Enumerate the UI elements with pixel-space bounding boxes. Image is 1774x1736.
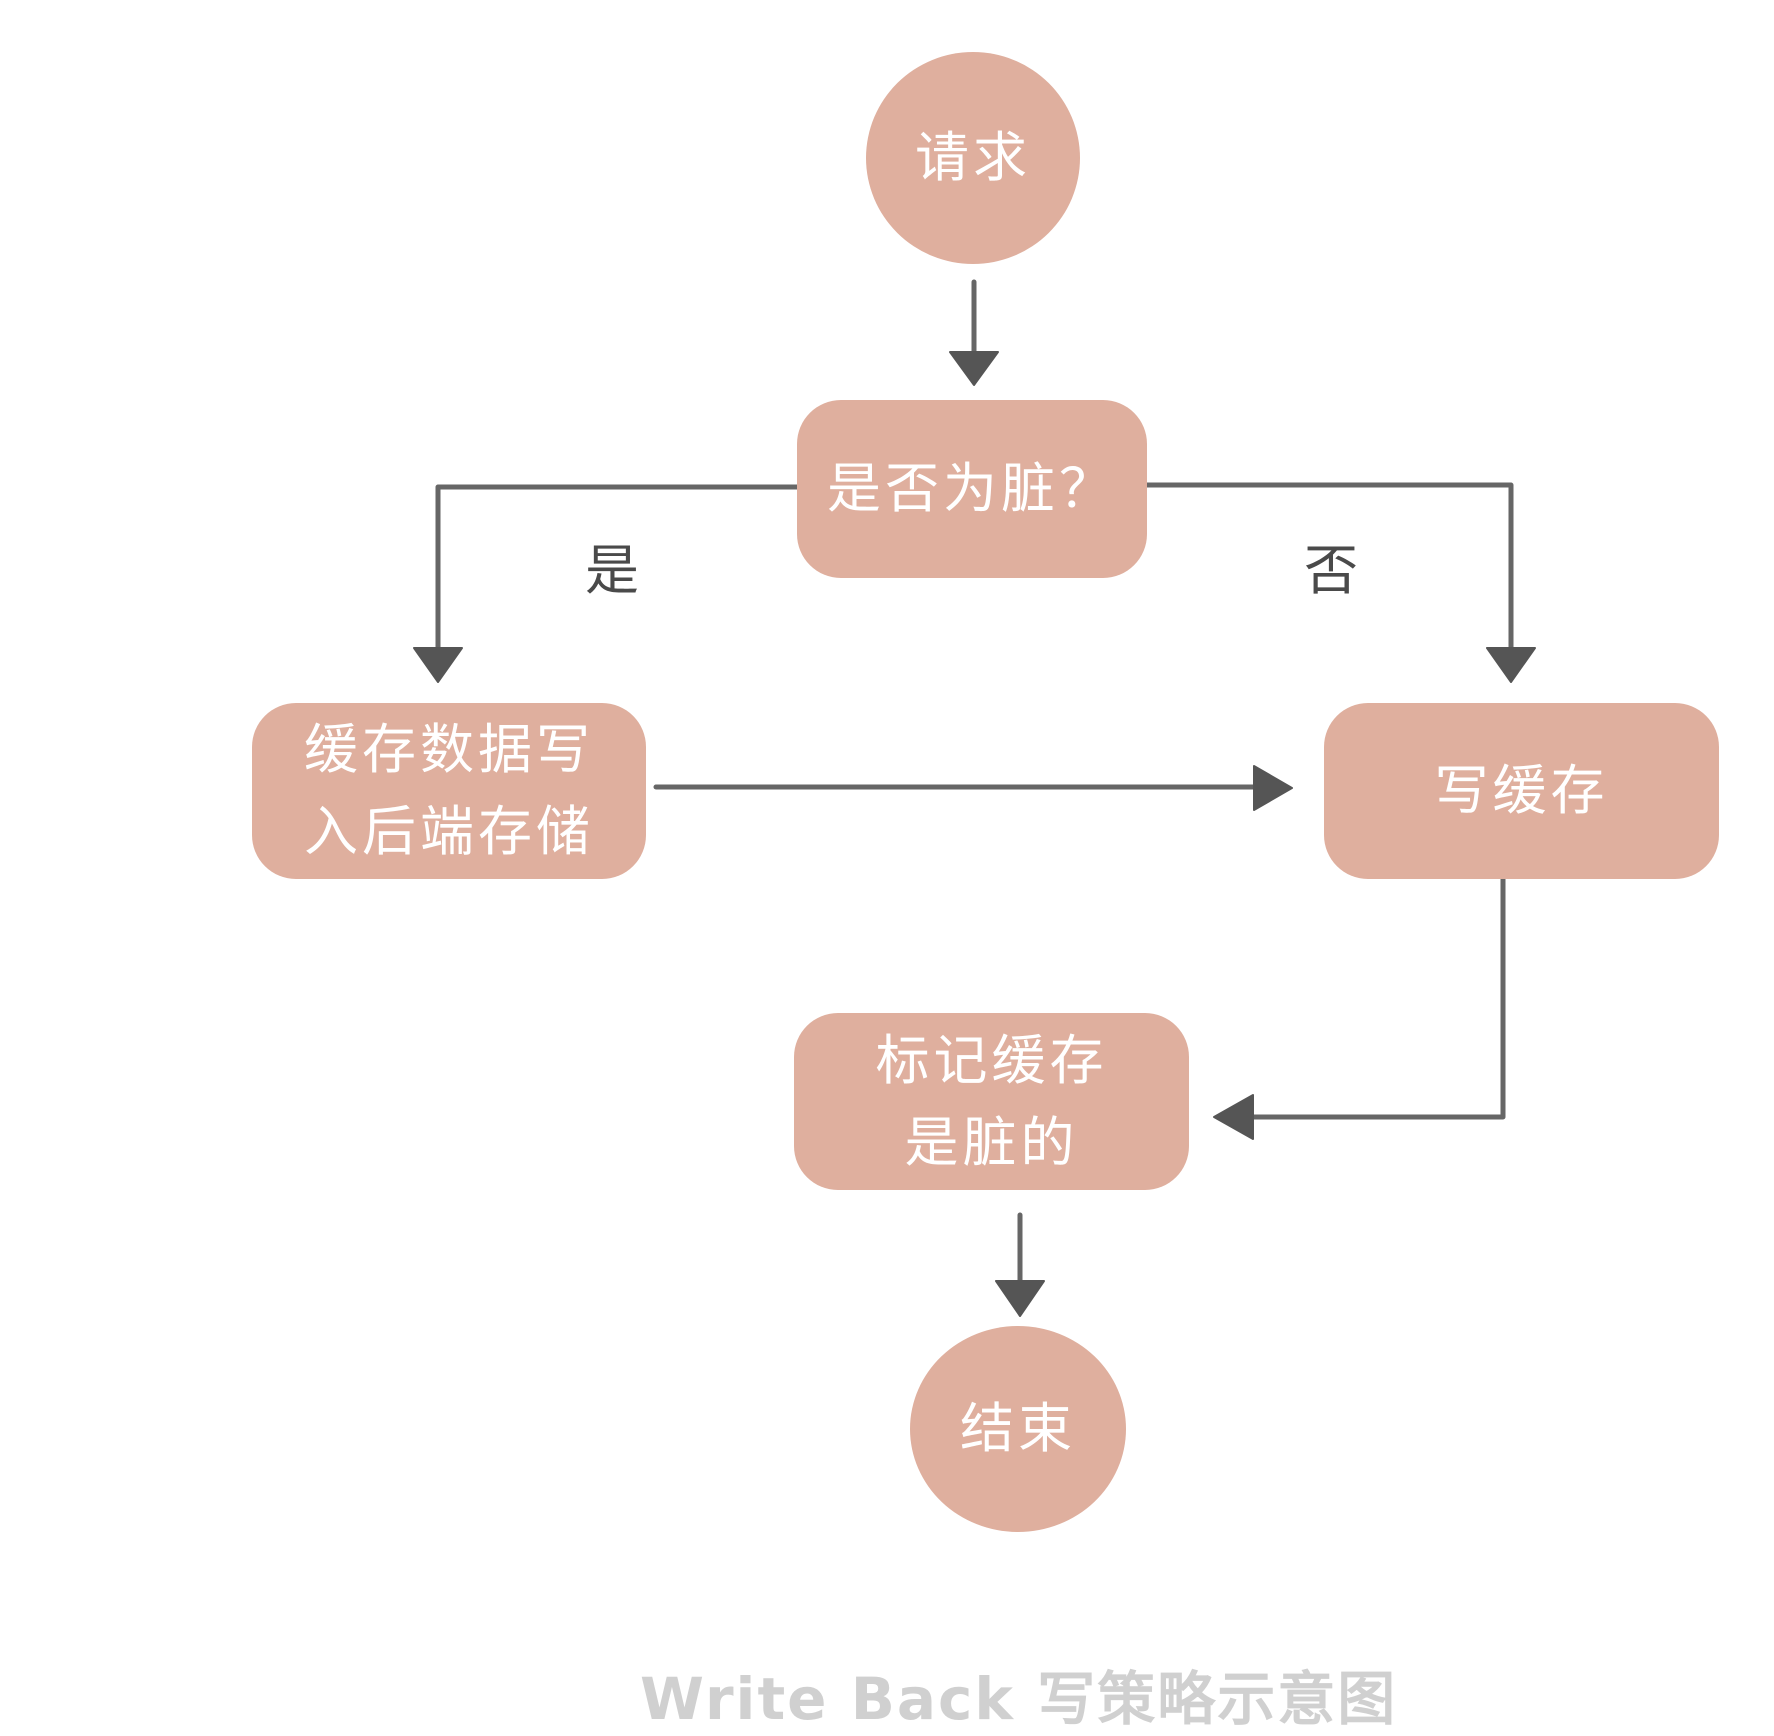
start-node-label: 请求 <box>915 126 1031 189</box>
arrowhead-decision <box>949 351 999 386</box>
start-node: 请求 <box>866 52 1080 264</box>
arrow-write-cache-to-mark-dirty <box>1250 875 1506 1120</box>
write-back-node-line2: 入后端存储 <box>304 800 594 863</box>
write-back-node: 缓存数据写 入后端存储 <box>252 703 646 879</box>
edge-label-no: 否 <box>1304 539 1358 602</box>
decision-node: 是否为脏？ <box>797 400 1147 578</box>
decision-node-label: 是否为脏？ <box>827 457 1117 520</box>
arrowhead-write-cache-side <box>1253 765 1293 811</box>
arrowhead-mark-dirty <box>1213 1094 1254 1140</box>
end-node: 结束 <box>910 1326 1126 1532</box>
write-back-node-line1: 缓存数据写 <box>304 718 594 781</box>
diagram-caption: Write Back 写策略示意图 <box>640 1665 1398 1733</box>
write-cache-node: 写缓存 <box>1324 703 1719 879</box>
arrowhead-write-cache <box>1486 647 1536 683</box>
write-cache-node-label: 写缓存 <box>1434 759 1609 822</box>
arrowhead-end <box>995 1280 1045 1317</box>
arrowhead-write-back <box>413 647 463 683</box>
end-node-label: 结束 <box>960 1397 1076 1460</box>
mark-dirty-node-line1: 标记缓存 <box>875 1028 1108 1092</box>
mark-dirty-node: 标记缓存 是脏的 <box>794 1013 1189 1190</box>
mark-dirty-node-line2: 是脏的 <box>904 1110 1079 1174</box>
edge-label-yes: 是 <box>585 539 639 602</box>
